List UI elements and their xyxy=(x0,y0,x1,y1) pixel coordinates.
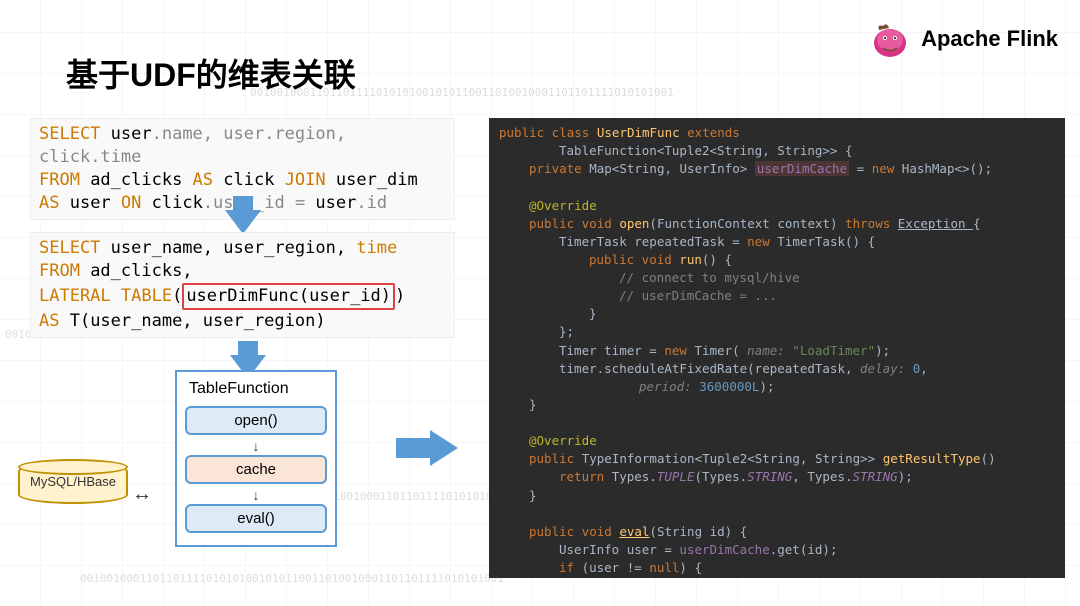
highlighted-udf: userDimFunc(user_id) xyxy=(182,283,395,310)
binary-decoration: 0010010001101101111010101001010110011010… xyxy=(80,572,504,585)
table-function-box: TableFunction open() ↓ cache ↓ eval() xyxy=(175,370,337,547)
open-method-box: open() xyxy=(185,406,327,435)
slide-title: 基于UDF的维表关联 xyxy=(66,50,356,96)
table-function-title: TableFunction xyxy=(185,380,327,398)
database-label: MySQL/HBase xyxy=(18,474,128,489)
eval-method-box: eval() xyxy=(185,504,327,533)
arrow-right-icon xyxy=(430,430,458,466)
sql-block-rewritten: SELECT user_name, user_region, time FROM… xyxy=(30,232,455,338)
brand-name: Apache Flink xyxy=(921,26,1058,52)
arrow-down-small-icon: ↓ xyxy=(185,439,327,453)
flink-logo-icon xyxy=(869,18,911,60)
java-code-block: public class UserDimFunc extends TableFu… xyxy=(489,118,1065,578)
header: Apache Flink xyxy=(869,18,1058,60)
arrow-down-small-icon: ↓ xyxy=(185,488,327,502)
cache-box: cache xyxy=(185,455,327,484)
arrow-down-icon xyxy=(225,210,261,234)
bidirectional-arrow-icon: ↔ xyxy=(132,483,152,506)
database-icon: MySQL/HBase xyxy=(18,462,128,504)
